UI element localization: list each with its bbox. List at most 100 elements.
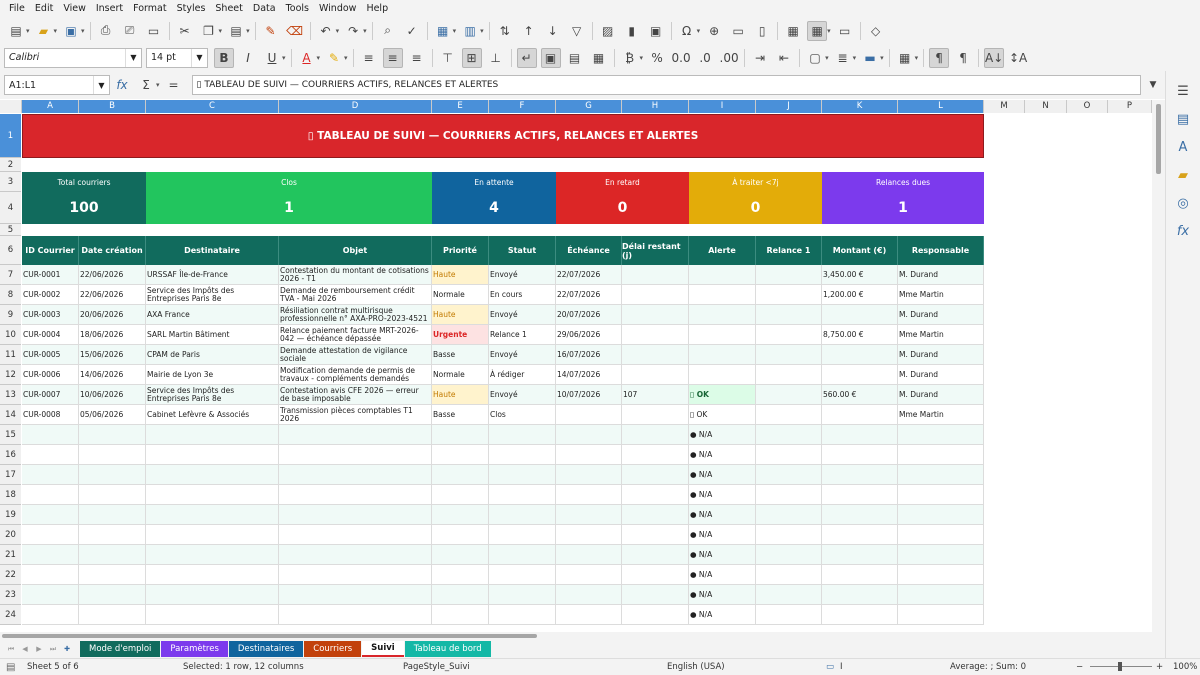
table-cell[interactable]: Demande de remboursement crédit TVA - Ma…	[279, 285, 432, 305]
column-title[interactable]: ID Courrier	[22, 236, 79, 265]
table-cell[interactable]	[146, 525, 279, 545]
freeze-rows-columns-icon[interactable]: ▦	[807, 20, 828, 41]
properties-icon[interactable]: ▤	[1173, 109, 1193, 129]
first-sheet-icon[interactable]: ⏮	[4, 642, 18, 656]
column-header-k[interactable]: K	[822, 100, 898, 113]
table-cell[interactable]	[146, 445, 279, 465]
table-cell[interactable]: CUR-0006	[22, 365, 79, 385]
table-cell[interactable]: Envoyé	[489, 265, 556, 285]
table-cell[interactable]: Relance paiement facture MRT-2026-042 — …	[279, 325, 432, 345]
table-cell[interactable]	[79, 465, 146, 485]
table-cell[interactable]	[756, 585, 822, 605]
row-header-22[interactable]: 22	[0, 565, 21, 585]
formula-icon[interactable]: =	[164, 75, 184, 95]
ltr-text-icon[interactable]: ¶	[929, 47, 950, 68]
table-cell[interactable]	[622, 545, 689, 565]
chevron-down-icon[interactable]: ▼	[93, 76, 109, 94]
table-cell[interactable]	[898, 465, 984, 485]
table-cell[interactable]	[622, 565, 689, 585]
font-name-combo[interactable]: Calibri ▼	[4, 47, 142, 68]
table-cell[interactable]: M. Durand	[898, 265, 984, 285]
menu-help[interactable]: Help	[361, 3, 393, 14]
menu-insert[interactable]: Insert	[91, 3, 128, 14]
table-cell[interactable]: En cours	[489, 285, 556, 305]
table-cell[interactable]: CPAM de Paris	[146, 345, 279, 365]
table-cell[interactable]	[489, 525, 556, 545]
prev-sheet-icon[interactable]: ◀	[18, 642, 32, 656]
tab-param-tres[interactable]: Paramètres	[161, 641, 228, 657]
table-cell[interactable]	[822, 485, 898, 505]
menu-window[interactable]: Window	[314, 3, 361, 14]
table-cell[interactable]	[898, 605, 984, 625]
table-cell[interactable]: Basse	[432, 405, 489, 425]
table-cell[interactable]	[79, 565, 146, 585]
table-cell[interactable]: 22/07/2026	[556, 285, 622, 305]
table-cell[interactable]	[279, 505, 432, 525]
table-cell[interactable]: ● N/A	[689, 565, 756, 585]
table-cell[interactable]: Envoyé	[489, 305, 556, 325]
table-cell[interactable]	[822, 505, 898, 525]
column-title[interactable]: Alerte	[689, 236, 756, 265]
percent-format-icon[interactable]: %	[647, 48, 667, 68]
table-cell[interactable]: CUR-0002	[22, 285, 79, 305]
table-cell[interactable]: 16/07/2026	[556, 345, 622, 365]
find-replace-icon[interactable]: ⌕	[378, 21, 398, 41]
add-decimal-icon[interactable]: .0	[695, 48, 715, 68]
table-cell[interactable]	[22, 525, 79, 545]
align-middle-icon[interactable]: ⊞	[461, 47, 482, 68]
new-document-icon[interactable]: ▤	[6, 21, 26, 41]
table-cell[interactable]: M. Durand	[898, 305, 984, 325]
zoom-in-icon[interactable]: +	[1156, 662, 1163, 672]
table-cell[interactable]: Mairie de Lyon 3e	[146, 365, 279, 385]
currency-format-icon[interactable]: ₿	[620, 48, 640, 68]
table-cell[interactable]	[79, 525, 146, 545]
table-cell[interactable]	[756, 525, 822, 545]
row-header-19[interactable]: 19	[0, 505, 21, 525]
special-character-icon[interactable]: Ω	[677, 21, 697, 41]
table-cell[interactable]	[756, 445, 822, 465]
table-cell[interactable]	[689, 305, 756, 325]
table-cell[interactable]: ● N/A	[689, 585, 756, 605]
table-cell[interactable]	[79, 485, 146, 505]
add-sheet-icon[interactable]: ✚	[60, 642, 74, 656]
export-pdf-icon[interactable]: ⎙	[96, 21, 116, 41]
table-cell[interactable]	[22, 505, 79, 525]
print-preview-icon[interactable]: ▭	[144, 21, 164, 41]
table-cell[interactable]	[622, 485, 689, 505]
cut-icon[interactable]: ✂	[175, 21, 195, 41]
hamburger-menu-icon[interactable]: ☰	[1173, 81, 1193, 101]
table-cell[interactable]: Basse	[432, 345, 489, 365]
column-title[interactable]: Montant (€)	[822, 236, 898, 265]
row-header-20[interactable]: 20	[0, 525, 21, 545]
row-header-1[interactable]: 1	[0, 114, 21, 158]
table-cell[interactable]	[556, 505, 622, 525]
table-cell[interactable]: Résiliation contrat multirisque professi…	[279, 305, 432, 325]
selection-mode-icon[interactable]: ▭	[826, 662, 834, 672]
table-cell[interactable]: 10/07/2026	[556, 385, 622, 405]
table-cell[interactable]: Modification demande de permis de travau…	[279, 365, 432, 385]
table-cell[interactable]	[756, 605, 822, 625]
sort-descending-icon[interactable]: ↓	[543, 21, 563, 41]
table-cell[interactable]: Haute	[432, 265, 489, 285]
column-header-f[interactable]: F	[489, 100, 556, 113]
column-header-a[interactable]: A	[22, 100, 79, 113]
table-cell[interactable]	[822, 405, 898, 425]
row-header-5[interactable]: 5	[0, 224, 21, 236]
decrease-indent-icon[interactable]: ⇤	[774, 48, 794, 68]
table-cell[interactable]	[22, 465, 79, 485]
column-title[interactable]: Statut	[489, 236, 556, 265]
underline-icon[interactable]: U	[262, 48, 282, 68]
table-cell[interactable]	[822, 425, 898, 445]
table-cell[interactable]	[79, 445, 146, 465]
sort-icon[interactable]: ⇅	[495, 21, 515, 41]
table-cell[interactable]: 22/07/2026	[556, 265, 622, 285]
row-header-18[interactable]: 18	[0, 485, 21, 505]
table-cell[interactable]	[689, 345, 756, 365]
table-cell[interactable]	[432, 505, 489, 525]
tab-tableau-de-bord[interactable]: Tableau de bord	[404, 641, 491, 657]
table-cell[interactable]	[22, 485, 79, 505]
table-cell[interactable]	[432, 485, 489, 505]
table-cell[interactable]	[622, 605, 689, 625]
table-cell[interactable]	[689, 325, 756, 345]
table-cell[interactable]: 10/06/2026	[79, 385, 146, 405]
